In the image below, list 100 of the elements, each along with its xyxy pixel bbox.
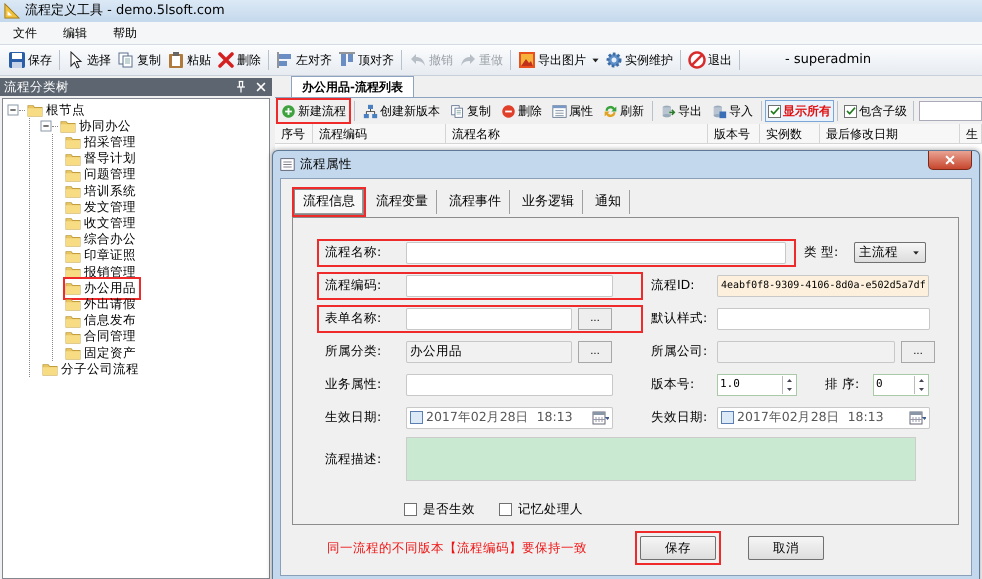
ruler-icon bbox=[4, 3, 20, 19]
toggle-button[interactable]: 包含子级 bbox=[841, 100, 910, 122]
toolbar-button[interactable]: 复制 bbox=[447, 100, 494, 122]
browse-button[interactable]: ... bbox=[578, 308, 612, 330]
search-field[interactable] bbox=[919, 101, 982, 121]
toolbar-button[interactable]: 导入 bbox=[709, 100, 756, 122]
image-icon bbox=[518, 51, 536, 69]
tree-item[interactable]: 信息发布 bbox=[81, 311, 139, 330]
toolbar-button[interactable]: 实例维护 bbox=[603, 49, 675, 71]
field-label: 流程描述: bbox=[325, 450, 382, 468]
toolbar-button[interactable]: 复制 bbox=[115, 49, 163, 71]
column-header[interactable]: 版本号 bbox=[708, 124, 760, 143]
tree-item[interactable]: 印章证照 bbox=[81, 246, 139, 266]
toolbar-button[interactable]: 导出图片 bbox=[516, 49, 588, 71]
tree-item[interactable]: 收文管理 bbox=[81, 214, 139, 233]
minus-icon bbox=[501, 104, 516, 118]
date-value: 2017年02月28日 18:13 bbox=[737, 408, 885, 426]
folder-icon bbox=[65, 296, 81, 312]
tree-item[interactable]: 综合办公 bbox=[81, 230, 139, 249]
field-label: 失效日期: bbox=[651, 408, 708, 426]
menu-item[interactable]: 文件 bbox=[0, 24, 50, 42]
collapse-icon[interactable] bbox=[40, 120, 52, 132]
description-field[interactable] bbox=[406, 437, 916, 481]
tree-item[interactable]: 培训系统 bbox=[81, 182, 139, 200]
tab[interactable]: 流程变量 bbox=[368, 190, 437, 214]
toolbar-button[interactable]: 删除 bbox=[215, 49, 263, 71]
checkbox-label[interactable]: 记忆处理人 bbox=[499, 500, 583, 519]
hierarchy-icon bbox=[363, 104, 378, 118]
column-header[interactable]: 实例数 bbox=[760, 124, 820, 143]
column-header[interactable]: 生 bbox=[960, 124, 982, 143]
checkbox[interactable] bbox=[768, 104, 781, 118]
toolbar-button[interactable]: 左对齐 bbox=[274, 49, 334, 71]
dialog-button[interactable]: 取消 bbox=[748, 536, 824, 560]
collapse-icon[interactable] bbox=[7, 104, 19, 116]
toolbar-button[interactable]: 新建流程 bbox=[278, 100, 349, 122]
copy-icon bbox=[450, 104, 465, 118]
checkbox[interactable] bbox=[844, 104, 857, 118]
toolbar-button[interactable]: 删除 bbox=[498, 100, 545, 122]
text-field[interactable] bbox=[717, 308, 930, 330]
clipboard-icon bbox=[167, 51, 185, 69]
toggle-button[interactable]: 显示所有 bbox=[765, 100, 834, 122]
tree-item[interactable]: 报销管理 bbox=[81, 262, 139, 282]
id-field: 4eabf0f8-9309-4106-8d0a-e502d5a7df bbox=[717, 274, 929, 296]
toolbar-button[interactable]: 退出 bbox=[686, 49, 734, 71]
date-picker[interactable]: 2017年02月28日 18:13 bbox=[717, 406, 930, 428]
column-header[interactable]: 序号 bbox=[275, 124, 313, 143]
properties-icon bbox=[552, 104, 567, 118]
field-label: 生效日期: bbox=[325, 408, 382, 426]
column-header[interactable]: 最后修改日期 bbox=[820, 124, 960, 143]
tree-item[interactable]: 固定资产 bbox=[81, 344, 139, 362]
type-dropdown[interactable]: 主流程 bbox=[854, 242, 926, 263]
toolbar-button[interactable]: 粘贴 bbox=[165, 49, 213, 71]
number-spinner[interactable]: 1.0 bbox=[717, 374, 797, 396]
tab[interactable]: 通知 bbox=[587, 190, 630, 214]
pin-icon[interactable] bbox=[234, 80, 248, 94]
folder-icon bbox=[60, 118, 76, 134]
toolbar-button[interactable]: 导出 bbox=[658, 100, 705, 122]
align-left-icon bbox=[276, 51, 294, 69]
date-picker[interactable]: 2017年02月28日 18:13 bbox=[406, 406, 613, 428]
date-value: 2017年02月28日 18:13 bbox=[426, 408, 574, 426]
column-header[interactable]: 流程编码 bbox=[313, 124, 446, 143]
checkbox[interactable] bbox=[499, 502, 512, 516]
tab[interactable]: 业务逻辑 bbox=[514, 190, 583, 214]
checkbox-label[interactable]: 是否生效 bbox=[404, 500, 475, 519]
text-field[interactable] bbox=[406, 242, 786, 264]
checkbox[interactable] bbox=[410, 411, 423, 424]
tab[interactable]: 办公用品-流程列表 bbox=[291, 76, 414, 97]
folder-icon bbox=[27, 102, 43, 118]
tree-item[interactable]: 发文管理 bbox=[81, 198, 139, 217]
database-import-icon bbox=[712, 104, 727, 118]
number-spinner[interactable]: 0 bbox=[873, 374, 929, 396]
toolbar-button[interactable]: 属性 bbox=[549, 100, 596, 122]
field-label: 流程ID: bbox=[651, 276, 696, 294]
close-icon[interactable] bbox=[254, 80, 268, 94]
checkbox[interactable] bbox=[721, 411, 734, 424]
text-field[interactable] bbox=[406, 374, 613, 396]
tree-item[interactable]: 招采管理 bbox=[81, 133, 139, 152]
toolbar-button[interactable]: 选择 bbox=[65, 49, 113, 71]
close-button[interactable] bbox=[928, 151, 972, 170]
column-header[interactable]: 流程名称 bbox=[446, 124, 708, 143]
toolbar-button[interactable]: 刷新 bbox=[600, 100, 647, 122]
tree-item[interactable]: 根节点 bbox=[43, 100, 88, 120]
checkbox[interactable] bbox=[404, 502, 417, 516]
tab[interactable]: 流程信息 bbox=[294, 189, 364, 215]
toolbar-button[interactable]: 顶对齐 bbox=[336, 49, 396, 71]
text-field[interactable] bbox=[406, 274, 613, 296]
field-label: 所属公司: bbox=[651, 342, 708, 360]
field-label: 类 型: bbox=[804, 243, 840, 262]
text-field[interactable] bbox=[406, 308, 572, 330]
menu-item[interactable]: 编辑 bbox=[50, 24, 100, 42]
dialog-button[interactable]: 保存 bbox=[640, 536, 716, 560]
tab[interactable]: 流程事件 bbox=[441, 190, 510, 214]
tree-item[interactable]: 分子公司流程 bbox=[58, 360, 142, 378]
toolbar-button[interactable]: 创建新版本 bbox=[360, 100, 443, 122]
toolbar-button[interactable]: 保存 bbox=[6, 49, 54, 71]
tree-item[interactable]: 协同办公 bbox=[76, 116, 134, 136]
close-icon bbox=[943, 153, 957, 167]
tree-item[interactable]: 合同管理 bbox=[81, 327, 139, 346]
text-field: 办公用品 bbox=[406, 340, 572, 362]
menu-item[interactable]: 帮助 bbox=[100, 24, 150, 42]
